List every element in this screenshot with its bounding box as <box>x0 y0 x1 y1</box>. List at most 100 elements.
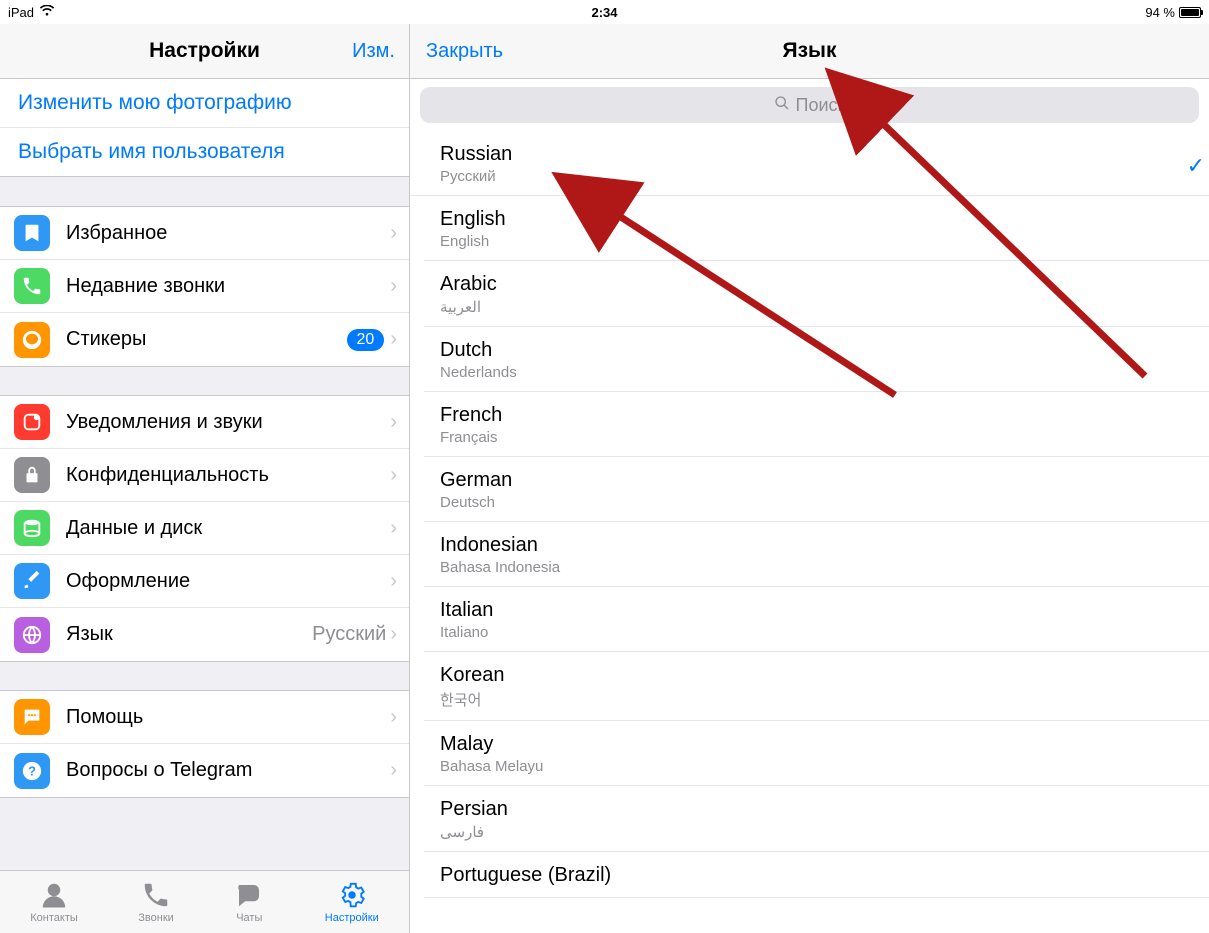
setting-label: Язык <box>66 623 312 646</box>
language-row[interactable]: DutchNederlands <box>424 327 1209 392</box>
language-name: Malay <box>440 733 1193 756</box>
language-native: فارسی <box>440 823 1193 841</box>
tab-label: Настройки <box>325 912 379 924</box>
notifications-row[interactable]: Уведомления и звуки › <box>0 396 409 449</box>
appearance-row[interactable]: Оформление › <box>0 555 409 608</box>
tab-label: Чаты <box>236 912 262 924</box>
language-list[interactable]: Russian Русский✓ English English Arabic العرب… <box>410 131 1209 933</box>
language-name: Persian <box>440 798 1193 821</box>
language-name: French <box>440 404 1193 427</box>
globe-icon <box>14 617 50 653</box>
privacy-row[interactable]: Конфиденциальность › <box>0 449 409 502</box>
help-row[interactable]: Помощь › <box>0 691 409 744</box>
language-row[interactable]: Язык Русский › <box>0 608 409 661</box>
device-label: iPad <box>8 5 34 20</box>
settings-panel: Настройки Изм. Изменить мою фотографию В… <box>0 24 410 933</box>
edit-button[interactable]: Изм. <box>352 40 395 63</box>
stickers-badge: 20 <box>347 329 385 351</box>
setting-label: Стикеры <box>66 328 347 351</box>
language-name: Dutch <box>440 339 1193 362</box>
language-name: Portuguese (Brazil) <box>440 864 1193 887</box>
language-native: Русский <box>440 168 1193 185</box>
chat-icon <box>14 699 50 735</box>
language-row[interactable]: French Français <box>424 392 1209 457</box>
disk-icon <box>14 510 50 546</box>
language-native: Bahasa Melayu <box>440 758 1193 775</box>
language-panel: Закрыть Язык Поиск Russian Русский✓ Englis… <box>410 24 1209 933</box>
svg-text:?: ? <box>28 763 36 778</box>
setting-label: Оформление <box>66 570 390 593</box>
language-native: Bahasa Indonesia <box>440 559 1193 576</box>
setting-label: Помощь <box>66 706 390 729</box>
setting-label: Конфиденциальность <box>66 464 390 487</box>
change-photo-link[interactable]: Изменить мою фотографию <box>0 79 409 128</box>
stickers-row[interactable]: Стикеры 20 › <box>0 313 409 366</box>
language-row[interactable]: Russian Русский✓ <box>410 131 1209 196</box>
tab-label: Контакты <box>30 912 78 924</box>
setting-label: Уведомления и звуки <box>66 411 390 434</box>
chevron-right-icon: › <box>390 222 397 245</box>
tab-settings[interactable]: Настройки <box>325 880 379 924</box>
close-button[interactable]: Закрыть <box>426 40 503 63</box>
tab-label: Звонки <box>138 912 174 924</box>
language-row[interactable]: GermanDeutsch <box>424 457 1209 522</box>
tab-bar: Контакты Звонки Чаты Настройки <box>0 870 409 933</box>
language-native: Français <box>440 429 1193 446</box>
language-name: Italian <box>440 599 1193 622</box>
tab-calls[interactable]: Звонки <box>138 880 174 924</box>
language-row[interactable]: Italian Italiano <box>424 587 1209 652</box>
language-name: English <box>440 208 1193 231</box>
search-placeholder: Поиск <box>796 95 846 116</box>
setting-label: Вопросы о Telegram <box>66 759 390 782</box>
tab-contacts[interactable]: Контакты <box>30 880 78 924</box>
chevron-right-icon: › <box>390 706 397 729</box>
language-value: Русский <box>312 623 386 646</box>
clock: 2:34 <box>591 5 617 20</box>
language-name: Arabic <box>440 273 1193 296</box>
chevron-right-icon: › <box>390 517 397 540</box>
language-row[interactable]: Korean한국어 <box>424 652 1209 721</box>
recent-calls-row[interactable]: Недавние звонки › <box>0 260 409 313</box>
search-input[interactable]: Поиск <box>420 87 1199 123</box>
language-name: German <box>440 469 1193 492</box>
settings-title: Настройки <box>149 39 260 63</box>
lock-icon <box>14 457 50 493</box>
language-row[interactable]: English English <box>424 196 1209 261</box>
bookmark-icon <box>14 215 50 251</box>
language-row[interactable]: Portuguese (Brazil) <box>424 852 1209 898</box>
chevron-right-icon: › <box>390 623 397 646</box>
checkmark-icon: ✓ <box>1187 153 1205 179</box>
setting-label: Недавние звонки <box>66 275 390 298</box>
faq-row[interactable]: ? Вопросы о Telegram › <box>0 744 409 797</box>
language-title: Язык <box>783 39 837 63</box>
status-bar: iPad 2:34 94 % <box>0 0 1209 24</box>
chevron-right-icon: › <box>390 328 397 351</box>
wifi-icon <box>40 5 54 20</box>
choose-username-link[interactable]: Выбрать имя пользователя <box>0 128 409 176</box>
phone-icon <box>14 268 50 304</box>
language-native: English <box>440 233 1193 250</box>
battery-text: 94 % <box>1145 5 1175 20</box>
search-icon <box>774 95 790 116</box>
language-row[interactable]: Malay Bahasa Melayu <box>424 721 1209 786</box>
language-row[interactable]: Arabic العربية <box>424 261 1209 327</box>
language-native: Italiano <box>440 624 1193 641</box>
chevron-right-icon: › <box>390 275 397 298</box>
language-row[interactable]: IndonesianBahasa Indonesia <box>424 522 1209 587</box>
settings-group-help: Помощь › ? Вопросы о Telegram › <box>0 691 409 797</box>
bell-icon <box>14 404 50 440</box>
settings-group-prefs: Уведомления и звуки › Конфиденциальность… <box>0 396 409 661</box>
tab-chats[interactable]: Чаты <box>234 880 264 924</box>
data-storage-row[interactable]: Данные и диск › <box>0 502 409 555</box>
favorites-row[interactable]: Избранное › <box>0 207 409 260</box>
chevron-right-icon: › <box>390 570 397 593</box>
chevron-right-icon: › <box>390 464 397 487</box>
setting-label: Данные и диск <box>66 517 390 540</box>
question-icon: ? <box>14 753 50 789</box>
language-native: العربية <box>440 298 1193 316</box>
language-row[interactable]: Persian فارسی <box>424 786 1209 852</box>
settings-header: Настройки Изм. <box>0 24 409 79</box>
brush-icon <box>14 563 50 599</box>
language-name: Russian <box>440 143 1193 166</box>
setting-label: Избранное <box>66 222 390 245</box>
